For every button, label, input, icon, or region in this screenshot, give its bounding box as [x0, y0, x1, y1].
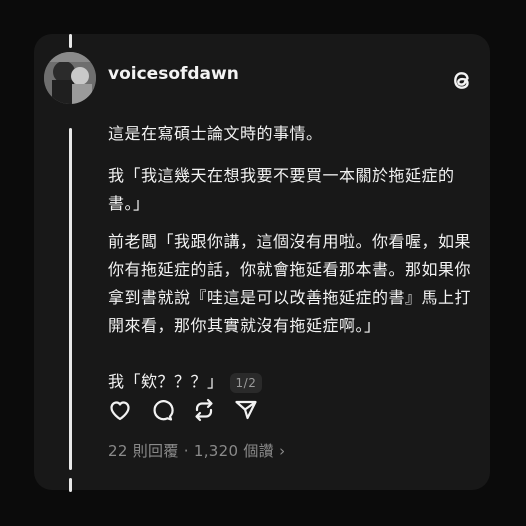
avatar[interactable]: [44, 52, 96, 104]
action-bar: [106, 396, 260, 424]
post-paragraph-4: 我「欸？？？」 1/2: [108, 368, 474, 396]
send-icon[interactable]: [232, 396, 260, 424]
repost-icon[interactable]: [190, 396, 218, 424]
username[interactable]: voicesofdawn: [108, 64, 239, 84]
heart-icon[interactable]: [106, 396, 134, 424]
stats-text: 22 則回覆 · 1,320 個讚: [108, 442, 274, 460]
page-indicator[interactable]: 1/2: [229, 372, 263, 393]
reply-like-stats[interactable]: 22 則回覆 · 1,320 個讚 ›: [108, 440, 285, 461]
thread-connector-top: [69, 34, 72, 48]
thread-connector: [69, 128, 72, 470]
chevron-right-icon: ›: [279, 442, 286, 460]
post-paragraph-1: 這是在寫碩士論文時的事情。: [108, 124, 323, 143]
post-paragraph-2: 我「我這幾天在想我要不要買一本關於拖延症的書。」: [108, 166, 455, 213]
post-paragraph-4-text: 我「欸？？？」: [108, 372, 224, 391]
post-paragraph-3: 前老闆「我跟你講，這個沒有用啦。你看喔，如果你有拖延症的話，你就會拖延看那本書。…: [108, 232, 472, 335]
threads-logo-icon[interactable]: [448, 66, 476, 94]
thread-connector-bottom: [69, 478, 72, 492]
comment-icon[interactable]: [148, 396, 176, 424]
